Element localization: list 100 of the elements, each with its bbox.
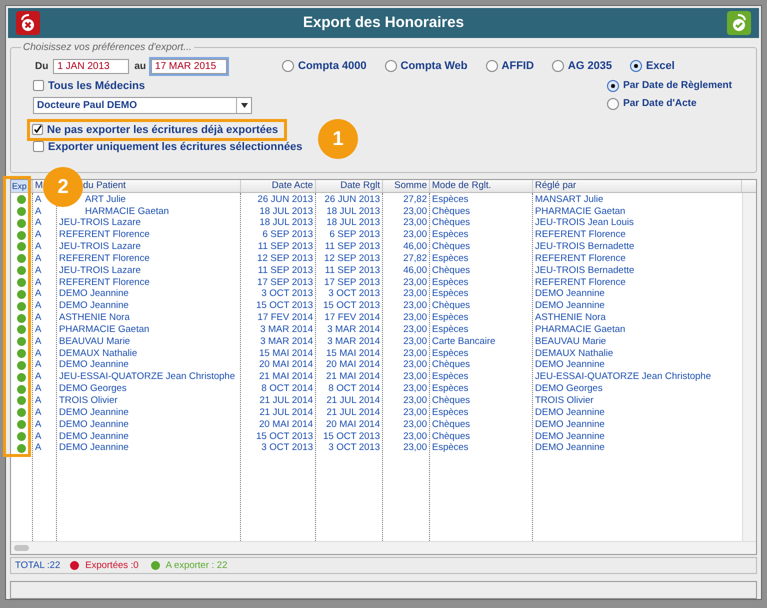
scrollbar[interactable] [742,192,756,542]
table-cell-text: Chèques [431,418,472,431]
checkbox[interactable]: Ne pas exporter les écritures déjà exportées [32,124,278,136]
column-header[interactable]: Mode de Rglt. [432,180,492,191]
confirm-icon[interactable] [726,10,751,35]
table-cell-text: 15 MAI 2014 [258,348,314,360]
table-cell-text: 18 JUL 2013 [325,206,381,218]
table-cell-text: A [34,348,42,360]
table-cell-text: Espèces [431,288,470,300]
table-cell-text: ART Julie [84,194,127,206]
table-cell-text: 27,82 [402,194,428,206]
table-cell-text: 3 MAR 2014 [259,324,314,336]
radio-button[interactable]: Par Date de Règlement [607,80,732,92]
close-icon[interactable] [16,10,40,35]
table-cell-text: 21 JUL 2014 [258,406,314,419]
table-cell-text: A [34,383,42,396]
column-header[interactable]: Date Rglt [340,180,380,191]
date-field[interactable]: 17 MAR 2015 [151,58,228,74]
table-cell-text: 21 JUL 2014 [325,406,381,419]
table-cell-text: 23,00 [402,348,428,360]
table-cell-text: MANSART Julie [534,194,604,206]
table-cell-text: 3 OCT 2013 [327,442,381,454]
table-cell-text: DEMO Jeannine [534,430,606,442]
table-cell-text: Chèques [431,300,472,312]
table-cell-text: 15 OCT 2013 [255,430,314,442]
table-cell-text: Espèces [431,276,470,288]
table-cell-text: 15 OCT 2013 [322,430,381,442]
window-title: Export des Honoraires [303,14,464,32]
total-count: TOTAL :22 [15,560,60,572]
table-cell-text: 23,00 [402,324,428,336]
table-cell-text: 23,00 [402,418,428,431]
legend-label: A exporter : 22 [166,560,228,572]
panel-legend: Choisissez vos préférences d'export... [21,42,194,53]
table-cell-text: 23,00 [402,430,428,442]
column-header[interactable]: Date Acte [272,180,313,191]
table-cell-text: JEU-TROIS Bernadette [534,241,636,253]
table-cell-text: 18 JUL 2013 [258,206,314,218]
table-cell-text: 23,00 [402,229,428,242]
table-cell-text: DEMO Jeannine [534,288,606,300]
table-cell-text: 46,00 [402,241,428,253]
table-cell-text: DEMO Jeannine [58,442,130,454]
doctor-dropdown[interactable]: Docteure Paul DEMO [33,96,252,114]
table-cell-text: 12 SEP 2013 [256,252,314,265]
column-header[interactable]: Somme [394,180,427,191]
date-field[interactable]: 1 JAN 2013 [53,58,130,74]
radio-button[interactable]: Compta Web [384,60,468,72]
column-header[interactable]: du Patient [83,180,126,191]
table-cell-text: PHARMACIE Gaetan [534,324,626,336]
table-cell-text: REFERENT Florence [58,276,151,288]
table-cell-text: 17 FEV 2014 [324,312,381,324]
table-cell-text: 21 JUL 2014 [258,395,314,407]
table-cell-text: A [34,430,42,442]
table-cell-text: TROIS Olivier [534,395,595,407]
table-cell-text: 17 SEP 2013 [323,276,381,288]
table-cell-text: 23,00 [402,336,428,348]
table-cell-text: 23,00 [402,217,428,230]
table-cell-text: 17 SEP 2013 [256,276,314,288]
table-cell-text: DEMO Jeannine [58,430,130,442]
table-cell-text: 21 MAI 2014 [258,371,314,384]
table-cell-text: A [34,359,42,372]
table-cell-text: PHARMACIE Gaetan [534,206,626,218]
table-cell-text: 23,00 [402,442,428,454]
table-cell-text: Espèces [431,383,470,396]
table-cell-text: 3 MAR 2014 [326,336,381,348]
table-cell-text: 12 SEP 2013 [323,252,381,265]
table-cell-text: 11 SEP 2013 [324,241,381,253]
table-cell-text: Chèques [431,217,472,230]
radio-button[interactable]: Par Date d'Acte [607,98,732,110]
radio-button[interactable]: AG 2035 [552,60,612,72]
radio-button[interactable]: AFFID [486,60,534,72]
checkbox[interactable]: Tous les Médecins [33,80,302,92]
table-cell-text: A [34,300,42,312]
table-cell-text: A [34,229,42,242]
table-cell-text: 21 MAI 2014 [325,371,381,384]
table-cell-text: DEMO Jeannine [534,300,606,312]
table-cell-text: 23,00 [402,312,428,324]
table-cell-text: 15 MAI 2014 [325,348,381,360]
table-cell-text: 15 OCT 2013 [322,300,381,312]
radio-button[interactable]: Excel [630,60,675,72]
scrollbar[interactable] [11,541,756,554]
table-cell-text: Chèques [431,359,472,372]
table-cell-text: 20 MAI 2014 [258,359,314,372]
column-header[interactable]: Réglé par [535,180,576,191]
table-cell-text: A [34,418,42,431]
table-cell-text: DEMO Jeannine [58,300,130,312]
table-cell-text: A [34,264,42,277]
table-cell-text: DEMO Jeannine [58,359,130,372]
table-cell-text: A [34,288,42,300]
table-cell-text: REFERENT Florence [534,252,627,265]
table-cell-text: REFERENT Florence [534,229,627,242]
table-cell-text: A [34,371,42,384]
table-cell-text: A [34,276,42,288]
table-cell-text: ASTHENIE Nora [58,312,131,324]
table-cell-text: Chèques [431,395,472,407]
radio-button[interactable]: Compta 4000 [282,60,366,72]
checkbox[interactable]: Exporter uniquement les écritures sélectionnées [33,140,302,153]
date-label: Du [35,60,48,72]
column-header[interactable]: M [35,180,43,191]
table-cell-text: 26 JUN 2013 [256,194,314,206]
table-cell-text: Espèces [431,312,470,324]
